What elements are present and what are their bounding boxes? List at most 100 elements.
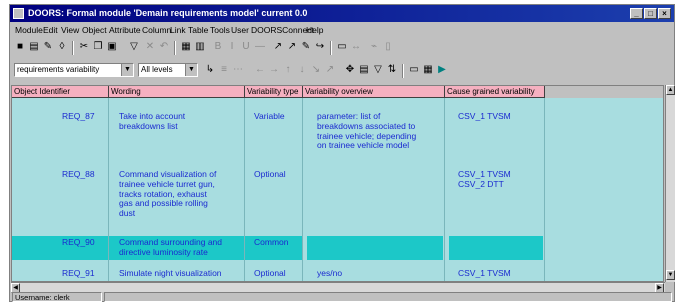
- maximize-button[interactable]: □: [644, 8, 657, 19]
- column-divider: [244, 98, 245, 281]
- cell-variability-overview: yes/no: [317, 268, 343, 279]
- print-icon[interactable]: ▤: [28, 41, 40, 53]
- export-icon[interactable]: ▶: [436, 64, 448, 76]
- column-header-object-identifier[interactable]: Object Identifier: [12, 86, 109, 98]
- menu-tools[interactable]: Tools: [210, 23, 230, 37]
- text-line: on trainee vehicle model: [317, 140, 410, 151]
- view-icon[interactable]: ◊: [56, 41, 68, 53]
- insert-object-icon[interactable]: ▦: [180, 41, 192, 53]
- status-bar: Username: clerk: [10, 292, 674, 302]
- text-line: yes/no: [317, 268, 343, 278]
- link-green-icon[interactable]: ↗: [272, 41, 284, 53]
- main-toolbar: ■ ▤ ✎ ◊ ✂ ❐ ▣ ▽ ✕ ↶ ▦ ▥ B I U — ↗ ↗ ✎ ↪ …: [10, 39, 674, 57]
- menu-view[interactable]: View: [61, 23, 79, 37]
- menu-bar: Module Edit View Object Attribute Column…: [10, 23, 674, 37]
- menu-object[interactable]: Object: [82, 23, 107, 37]
- copy-icon[interactable]: ❐: [92, 41, 104, 53]
- chevron-down-icon[interactable]: ▼: [185, 64, 197, 76]
- navigate-icon[interactable]: ↪: [314, 41, 326, 53]
- cut-icon[interactable]: ✂: [78, 41, 90, 53]
- demote-icon[interactable]: →: [268, 64, 280, 76]
- strike-icon[interactable]: —: [254, 41, 266, 53]
- layout-icon[interactable]: ▭: [408, 64, 420, 76]
- cell-variability-type: Optional: [254, 169, 286, 179]
- column-header-wording[interactable]: Wording: [109, 86, 245, 98]
- table-header: Object Identifier Wording Variability ty…: [12, 86, 663, 98]
- menu-table[interactable]: Table: [188, 23, 208, 37]
- text-line: CSV_2 DTT: [458, 178, 504, 189]
- menu-doorsconnect[interactable]: DOORSConnect: [251, 23, 314, 37]
- insert-below-icon[interactable]: ▥: [194, 41, 206, 53]
- chevron-down-icon[interactable]: ▼: [121, 64, 133, 76]
- menu-edit[interactable]: Edit: [43, 23, 58, 37]
- text-line: breakdowns list: [119, 120, 178, 131]
- scroll-up-icon[interactable]: ▲: [666, 85, 675, 95]
- sort-az-icon[interactable]: ⇅: [386, 64, 398, 76]
- text-line: CSV_1 TVSM: [458, 111, 511, 121]
- menu-module[interactable]: Module: [15, 23, 43, 37]
- column-divider: [544, 98, 545, 281]
- close-button[interactable]: ×: [658, 8, 671, 19]
- window-icon[interactable]: ▭: [336, 41, 348, 53]
- toolbar-separator: [72, 41, 74, 55]
- status-panel: [104, 292, 672, 302]
- cell-cause-grained: CSV_1 TVSM: [458, 111, 511, 122]
- column-divider: [108, 98, 109, 281]
- move-down-icon[interactable]: ↓: [296, 64, 308, 76]
- status-user: Username: clerk: [15, 293, 70, 302]
- level-up-icon[interactable]: ↗: [324, 64, 336, 76]
- menu-link[interactable]: Link: [170, 23, 186, 37]
- menu-help[interactable]: Help: [306, 23, 323, 37]
- move-up-icon[interactable]: ↑: [282, 64, 294, 76]
- cell-variability-overview: parameter: list of breakdowns associated…: [317, 111, 416, 151]
- requirements-table: Object Identifier Wording Variability ty…: [11, 85, 664, 282]
- column-header-cause-grained-variability[interactable]: Cause grained variability: [445, 86, 545, 98]
- column-divider: [444, 98, 445, 281]
- status-panel: Username: clerk: [12, 292, 102, 302]
- view-select-value: requirements variability: [17, 65, 100, 74]
- cell-variability-type: Optional: [254, 268, 286, 278]
- menu-column[interactable]: Column: [142, 23, 171, 37]
- outline-icon[interactable]: ↳: [204, 64, 216, 76]
- window-title: DOORS: Formal module 'Demain requirement…: [28, 8, 308, 18]
- bold-icon[interactable]: B: [212, 41, 224, 53]
- menu-user[interactable]: User: [231, 23, 249, 37]
- text-line: CSV_1 TVSM: [458, 268, 511, 278]
- selected-cell: [307, 236, 443, 260]
- italic-icon[interactable]: I: [226, 41, 238, 53]
- cell-wording: Command visualization of trainee vehicle…: [119, 169, 216, 219]
- table-icon[interactable]: ▤: [358, 64, 370, 76]
- link-red-icon[interactable]: ↗: [286, 41, 298, 53]
- column-header-variability-type[interactable]: Variability type: [245, 86, 303, 98]
- find-icon[interactable]: ✥: [344, 64, 356, 76]
- chart-icon[interactable]: ▦: [422, 64, 434, 76]
- edit-link-icon[interactable]: ✎: [300, 41, 312, 53]
- level-select[interactable]: All levels ▼: [138, 63, 198, 77]
- properties-icon[interactable]: ✎: [42, 41, 54, 53]
- zoom-icon[interactable]: ↔: [350, 41, 362, 53]
- vertical-scrollbar[interactable]: ▲ ▼: [665, 85, 675, 282]
- undo-icon[interactable]: ↶: [158, 41, 170, 53]
- cell-wording: Take into account breakdowns list: [119, 111, 185, 132]
- minimize-button[interactable]: _: [630, 8, 643, 19]
- cell-cause-grained: CSV_1 TVSM CSV_2 DTT: [458, 169, 511, 190]
- cell-wording: Simulate night visualization: [119, 268, 222, 279]
- paste-icon[interactable]: ▣: [106, 41, 118, 53]
- history-icon[interactable]: ▯: [382, 41, 394, 53]
- view-select[interactable]: requirements variability ▼: [14, 63, 134, 77]
- menu-attribute[interactable]: Attribute: [109, 23, 141, 37]
- delete-icon[interactable]: ✕: [144, 41, 156, 53]
- promote-icon[interactable]: ←: [254, 64, 266, 76]
- level-icon[interactable]: ⋯: [232, 64, 244, 76]
- level-down-icon[interactable]: ↘: [310, 64, 322, 76]
- filter-icon[interactable]: ▽: [128, 41, 140, 53]
- graph-icon[interactable]: ⌁: [368, 41, 380, 53]
- column-header-variability-overview[interactable]: Variability overview: [303, 86, 445, 98]
- scroll-down-icon[interactable]: ▼: [666, 270, 675, 280]
- title-bar: DOORS: Formal module 'Demain requirement…: [10, 5, 674, 22]
- sort-icon[interactable]: ≡: [218, 64, 230, 76]
- funnel-icon[interactable]: ▽: [372, 64, 384, 76]
- underline-icon[interactable]: U: [240, 41, 252, 53]
- save-icon[interactable]: ■: [14, 41, 26, 53]
- horizontal-scrollbar[interactable]: ◀ ▶: [11, 282, 665, 293]
